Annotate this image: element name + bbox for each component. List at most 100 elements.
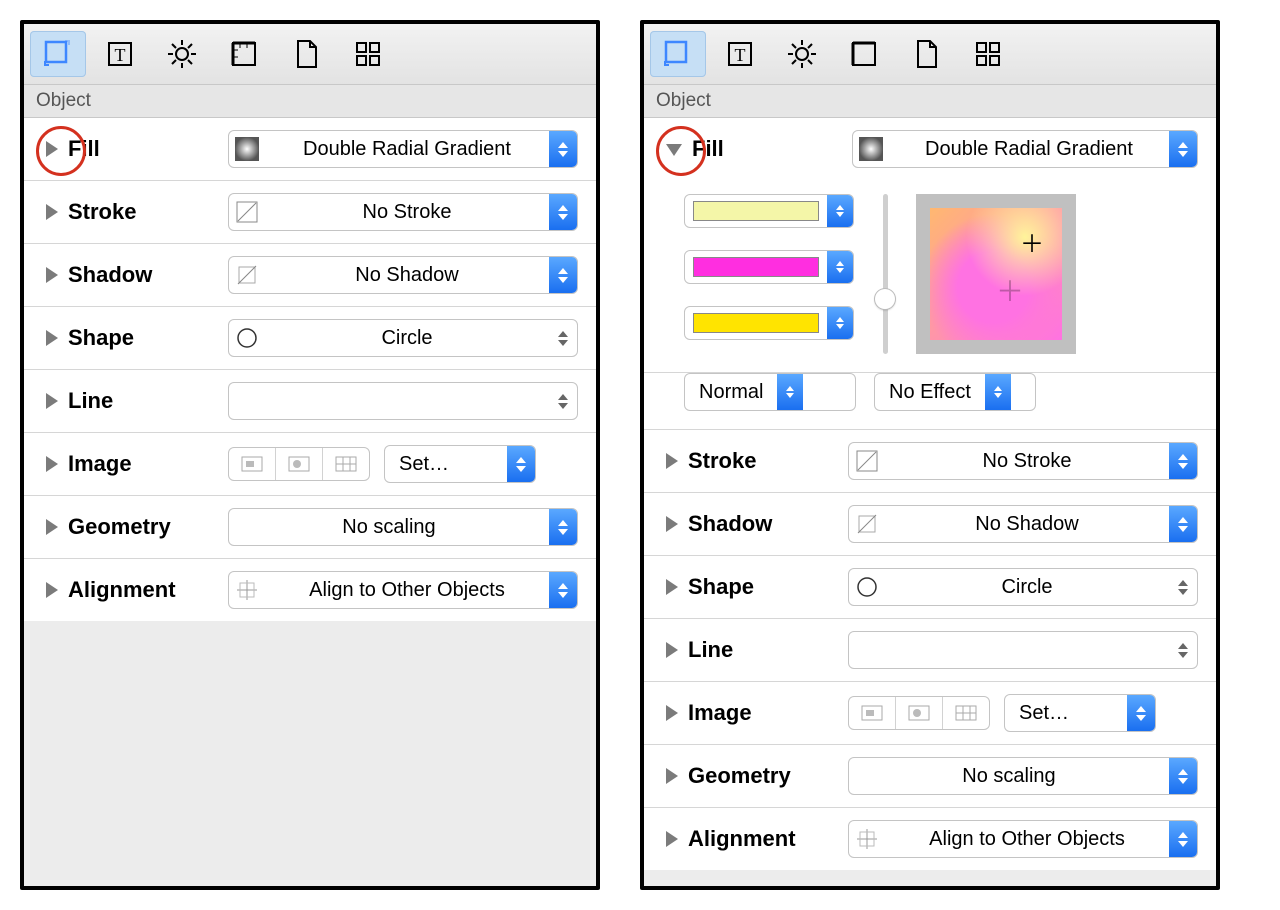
line-dropdown[interactable]: [848, 631, 1198, 669]
image-tile-icon[interactable]: [943, 697, 989, 729]
color-chip: [693, 201, 819, 221]
disclosure-closed-icon[interactable]: [666, 705, 678, 721]
shape-dropdown[interactable]: Circle: [848, 568, 1198, 606]
image-tile-icon[interactable]: [323, 448, 369, 480]
alignment-label: Alignment: [68, 577, 228, 603]
image-mode-segmented[interactable]: [228, 447, 370, 481]
updown-arrows-icon: [1169, 632, 1197, 668]
disclosure-closed-icon[interactable]: [46, 582, 58, 598]
gradient-preview[interactable]: ＋ ＋: [916, 194, 1076, 354]
fill-effect-dropdown[interactable]: No Effect: [874, 373, 1036, 411]
inspector-panel-collapsed: T Object Fill: [20, 20, 600, 890]
inspector-toolbar: T: [644, 24, 1216, 85]
radial-gradient-icon: [853, 137, 889, 161]
fill-blend-row: Normal No Effect: [644, 373, 1216, 430]
object-icon: [42, 38, 74, 70]
alignment-dropdown[interactable]: Align to Other Objects: [848, 820, 1198, 858]
line-dropdown[interactable]: [228, 382, 578, 420]
disclosure-closed-icon[interactable]: [46, 393, 58, 409]
disclosure-closed-icon[interactable]: [666, 579, 678, 595]
alignment-label: Alignment: [688, 826, 848, 852]
fill-dropdown[interactable]: Double Radial Gradient: [228, 130, 578, 168]
shadow-dropdown[interactable]: No Shadow: [848, 505, 1198, 543]
svg-text:T: T: [735, 45, 746, 65]
disclosure-closed-icon[interactable]: [666, 642, 678, 658]
disclosure-closed-icon[interactable]: [46, 204, 58, 220]
row-image[interactable]: Image Set…: [24, 433, 596, 496]
disclosure-closed-icon[interactable]: [46, 519, 58, 535]
row-line[interactable]: Line: [24, 370, 596, 433]
disclosure-closed-icon[interactable]: [46, 330, 58, 346]
geometry-dropdown[interactable]: No scaling: [228, 508, 578, 546]
updown-arrows-icon: [1169, 569, 1197, 605]
row-stroke[interactable]: Stroke No Stroke: [24, 181, 596, 244]
tab-document[interactable]: [278, 31, 334, 77]
image-mode-segmented[interactable]: [848, 696, 990, 730]
gradient-midpoint-slider[interactable]: [872, 194, 898, 354]
row-image[interactable]: Image Set…: [644, 682, 1216, 745]
shape-dropdown[interactable]: Circle: [228, 319, 578, 357]
disclosure-closed-icon[interactable]: [46, 456, 58, 472]
image-label: Image: [68, 451, 228, 477]
tab-object[interactable]: [30, 31, 86, 77]
disclosure-closed-icon[interactable]: [666, 768, 678, 784]
disclosure-closed-icon[interactable]: [666, 516, 678, 532]
tab-document[interactable]: [898, 31, 954, 77]
tab-stencils[interactable]: [340, 31, 396, 77]
gradient-center-handle-2[interactable]: ＋: [996, 270, 1024, 310]
alignment-dropdown[interactable]: Align to Other Objects: [228, 571, 578, 609]
disclosure-closed-icon[interactable]: [46, 267, 58, 283]
image-natural-icon[interactable]: [849, 697, 896, 729]
row-shape[interactable]: Shape Circle: [644, 556, 1216, 619]
updown-arrows-icon: [827, 251, 853, 283]
object-icon: [662, 38, 694, 70]
align-icon: [849, 828, 885, 850]
tab-properties[interactable]: [774, 31, 830, 77]
updown-arrows-icon: [549, 320, 577, 356]
row-stroke[interactable]: Stroke No Stroke: [644, 430, 1216, 493]
row-shape[interactable]: Shape Circle: [24, 307, 596, 370]
inspector-panel-expanded: T Object Fill Double Radial Gradient: [640, 20, 1220, 890]
tab-type[interactable]: T: [712, 31, 768, 77]
fill-dropdown[interactable]: Double Radial Gradient: [852, 130, 1198, 168]
ruler-icon: [228, 38, 260, 70]
gradient-center-handle-1[interactable]: ＋: [1020, 224, 1044, 259]
stroke-dropdown[interactable]: No Stroke: [848, 442, 1198, 480]
image-set-button[interactable]: Set…: [384, 445, 536, 483]
blend-mode-dropdown[interactable]: Normal: [684, 373, 856, 411]
row-geometry[interactable]: Geometry No scaling: [24, 496, 596, 559]
image-stretch-icon[interactable]: [896, 697, 943, 729]
image-stretch-icon[interactable]: [276, 448, 323, 480]
disclosure-closed-icon[interactable]: [46, 141, 58, 157]
row-fill[interactable]: Fill Double Radial Gradient: [24, 118, 596, 181]
gradient-color-3[interactable]: [684, 306, 854, 340]
grid-icon: [352, 38, 384, 70]
row-shadow[interactable]: Shadow No Shadow: [644, 493, 1216, 556]
image-set-button[interactable]: Set…: [1004, 694, 1156, 732]
color-chip: [693, 313, 819, 333]
updown-arrows-icon: [777, 374, 803, 410]
tab-properties[interactable]: [154, 31, 210, 77]
tab-canvas[interactable]: [836, 31, 892, 77]
row-line[interactable]: Line: [644, 619, 1216, 682]
tab-object[interactable]: [650, 31, 706, 77]
row-geometry[interactable]: Geometry No scaling: [644, 745, 1216, 808]
disclosure-open-icon[interactable]: [666, 144, 682, 156]
row-alignment[interactable]: Alignment Align to Other Objects: [24, 559, 596, 621]
gradient-color-1[interactable]: [684, 194, 854, 228]
section-title: Object: [24, 85, 596, 118]
shadow-dropdown[interactable]: No Shadow: [228, 256, 578, 294]
tab-type[interactable]: T: [92, 31, 148, 77]
row-alignment[interactable]: Alignment Align to Other Objects: [644, 808, 1216, 870]
row-fill[interactable]: Fill Double Radial Gradient: [644, 118, 1216, 180]
image-natural-icon[interactable]: [229, 448, 276, 480]
stroke-dropdown[interactable]: No Stroke: [228, 193, 578, 231]
tab-stencils[interactable]: [960, 31, 1016, 77]
gradient-color-2[interactable]: [684, 250, 854, 284]
geometry-dropdown[interactable]: No scaling: [848, 757, 1198, 795]
row-shadow[interactable]: Shadow No Shadow: [24, 244, 596, 307]
tab-canvas[interactable]: [216, 31, 272, 77]
slider-knob[interactable]: [875, 289, 895, 309]
disclosure-closed-icon[interactable]: [666, 831, 678, 847]
disclosure-closed-icon[interactable]: [666, 453, 678, 469]
